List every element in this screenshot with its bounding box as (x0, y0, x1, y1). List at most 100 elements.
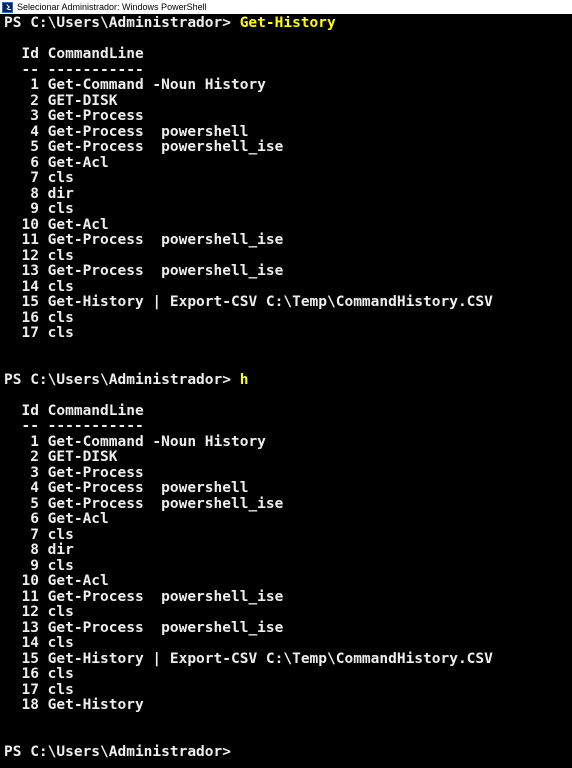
history-id: 11 (4, 588, 39, 605)
history-command: cls (47, 681, 74, 698)
table-header: Id CommandLine (4, 402, 572, 420)
history-row: 7 cls (4, 170, 572, 187)
history-row: 3 Get-Process (4, 108, 572, 125)
history-id: 16 (4, 666, 39, 682)
history-command: Get-History | Export-CSV C:\Temp\Command… (47, 294, 493, 310)
prompt-line: PS C:\Users\Administrador> h (4, 371, 572, 389)
history-row: 11 Get-Process powershell_ise (4, 588, 572, 606)
history-command: Get-History | Export-CSV C:\Temp\Command… (47, 650, 493, 667)
history-id: 8 (4, 185, 39, 202)
history-id: 6 (4, 154, 39, 171)
history-command: Get-History (47, 697, 144, 713)
history-id: 9 (4, 201, 39, 217)
prompt-text: PS C:\Users\Administrador> (4, 743, 231, 760)
history-command: Get-Process powershell_ise (47, 263, 284, 279)
history-id: 15 (4, 650, 39, 667)
history-command: Get-Process powershell_ise (47, 232, 284, 248)
history-row: 13 Get-Process powershell_ise (4, 263, 572, 280)
history-row: 8 dir (4, 185, 572, 203)
history-row: 10 Get-Acl (4, 216, 572, 234)
history-command: cls (47, 170, 74, 186)
history-row: 5 Get-Process powershell_ise (4, 495, 572, 513)
history-id: 4 (4, 480, 39, 496)
history-row: 12 cls (4, 604, 572, 621)
history-command: Get-Process powershell_ise (47, 139, 284, 155)
history-row: 14 cls (4, 635, 572, 652)
history-row: 2 GET-DISK (4, 449, 572, 466)
history-id: 4 (4, 123, 39, 140)
history-row: 17 cls (4, 681, 572, 699)
history-id: 13 (4, 263, 39, 279)
history-row: 9 cls (4, 201, 572, 218)
history-row: 12 cls (4, 247, 572, 265)
separator-commandline: ----------- (47, 418, 144, 434)
history-command: Get-Process powershell (47, 123, 249, 140)
history-command: cls (47, 557, 74, 574)
history-id: 10 (4, 216, 39, 233)
history-id: 10 (4, 573, 39, 589)
history-command: dir (47, 542, 74, 558)
entered-command: Get-History (239, 16, 336, 31)
history-command: cls (47, 247, 74, 264)
history-id: 5 (4, 139, 39, 155)
history-row: 1 Get-Command -Noun History (4, 433, 572, 451)
history-id: 18 (4, 697, 39, 713)
history-command: Get-Command -Noun History (47, 433, 266, 450)
history-id: 16 (4, 309, 39, 326)
history-row: 17 cls (4, 325, 572, 342)
entered-command: h (239, 371, 249, 388)
header-commandline: CommandLine (47, 402, 144, 419)
history-row: 7 cls (4, 526, 572, 544)
history-command: Get-Process powershell (47, 480, 249, 496)
history-row: 16 cls (4, 666, 572, 683)
console-output[interactable]: PS C:\Users\Administrador> Get-History I… (4, 16, 572, 768)
powershell-window: Selecionar Administrador: Windows PowerS… (0, 0, 572, 768)
history-id: 3 (4, 464, 39, 481)
window-title: Selecionar Administrador: Windows PowerS… (17, 2, 207, 12)
history-command: GET-DISK (47, 449, 118, 465)
history-command: dir (47, 185, 74, 202)
history-id: 6 (4, 511, 39, 527)
history-row: 6 Get-Acl (4, 154, 572, 172)
history-command: cls (47, 278, 74, 295)
history-command: Get-Process powershell_ise (47, 495, 284, 512)
prompt-text: PS C:\Users\Administrador> (4, 16, 240, 31)
history-id: 7 (4, 526, 39, 543)
history-row: 10 Get-Acl (4, 573, 572, 590)
history-id: 9 (4, 557, 39, 574)
history-row: 8 dir (4, 542, 572, 559)
table-header: Id CommandLine (4, 46, 572, 63)
history-command: Get-Acl (47, 154, 109, 171)
history-row: 9 cls (4, 557, 572, 575)
history-id: 17 (4, 681, 39, 698)
history-command: Get-Process powershell_ise (47, 619, 284, 636)
history-command: cls (47, 201, 74, 217)
history-row: 6 Get-Acl (4, 511, 572, 528)
final-prompt[interactable]: PS C:\Users\Administrador> (4, 743, 572, 761)
history-command: Get-Process powershell_ise (47, 588, 284, 605)
title-bar[interactable]: Selecionar Administrador: Windows PowerS… (0, 0, 572, 14)
history-row: 2 GET-DISK (4, 92, 572, 110)
history-id: 7 (4, 170, 39, 186)
powershell-icon (2, 1, 13, 13)
history-row: 1 Get-Command -Noun History (4, 77, 572, 94)
history-command: Get-Command -Noun History (47, 77, 266, 93)
history-id: 14 (4, 278, 39, 295)
history-id: 17 (4, 325, 39, 341)
prompt-text: PS C:\Users\Administrador> (4, 371, 240, 388)
history-id: 2 (4, 92, 39, 109)
history-row: 4 Get-Process powershell (4, 480, 572, 497)
history-command: cls (47, 309, 74, 326)
history-command: GET-DISK (47, 92, 118, 109)
history-id: 3 (4, 108, 39, 124)
history-id: 8 (4, 542, 39, 558)
history-id: 12 (4, 247, 39, 264)
history-id: 14 (4, 635, 39, 651)
history-command: cls (47, 526, 74, 543)
history-command: Get-Process (47, 464, 144, 481)
separator-id: -- (4, 418, 39, 434)
